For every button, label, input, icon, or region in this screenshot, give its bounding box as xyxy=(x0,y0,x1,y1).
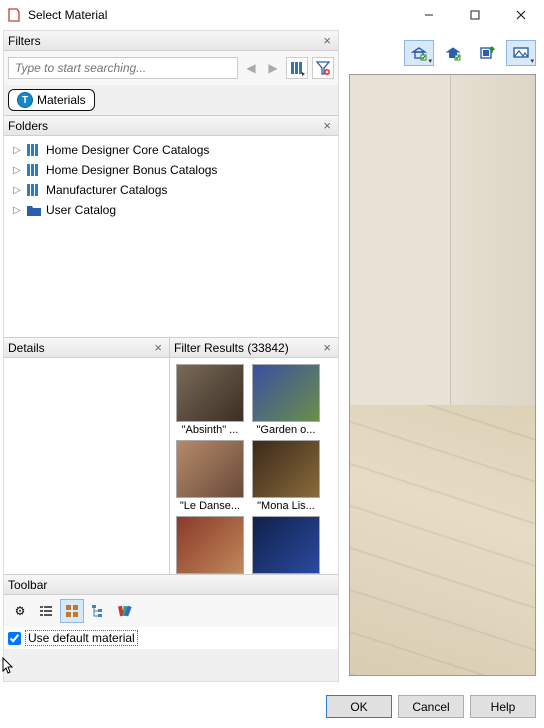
thumbnail-image xyxy=(252,516,320,574)
toolbar-body: ⚙ xyxy=(4,595,338,627)
title-bar: Select Material xyxy=(0,0,544,30)
thumbnail-label: "Mona Lis... xyxy=(252,500,320,512)
thumbnail-label: "Absinth" ... xyxy=(176,424,244,436)
results-header: Filter Results (33842) × xyxy=(170,338,338,358)
folder-item[interactable]: ▷ Home Designer Bonus Catalogs xyxy=(6,160,336,180)
help-button[interactable]: Help xyxy=(470,695,536,718)
catalog-icon xyxy=(26,163,42,177)
folders-tree[interactable]: ▷ Home Designer Core Catalogs ▷ Home Design… xyxy=(4,136,338,337)
materials-icon: T xyxy=(17,92,33,108)
view-mode-buttons: ▾ ▾ xyxy=(404,40,536,66)
maximize-button[interactable] xyxy=(452,0,498,30)
folders-header: Folders × xyxy=(4,116,338,136)
expand-icon[interactable]: ▷ xyxy=(12,185,22,196)
search-input[interactable] xyxy=(8,57,238,79)
result-thumb[interactable] xyxy=(252,516,320,574)
folders-title: Folders xyxy=(8,119,48,133)
list-view-button[interactable] xyxy=(34,599,58,623)
folder-item[interactable]: ▷ User Catalog xyxy=(6,200,336,220)
view-mode-2[interactable] xyxy=(438,40,468,66)
result-thumb[interactable]: "Garden o... xyxy=(252,364,320,436)
materials-tab-label: Materials xyxy=(37,93,86,107)
folder-label: Home Designer Core Catalogs xyxy=(46,143,209,157)
next-button[interactable]: ▶ xyxy=(264,57,282,79)
results-body[interactable]: "Absinth" ... "Garden o... "Le Danse... "Mo… xyxy=(170,358,338,574)
folders-close-icon[interactable]: × xyxy=(320,118,334,133)
filters-close-icon[interactable]: × xyxy=(320,33,334,48)
tab-materials[interactable]: T Materials xyxy=(8,89,95,111)
filter-options-button[interactable] xyxy=(286,57,308,79)
details-header: Details × xyxy=(4,338,169,358)
thumbnail-image xyxy=(252,440,320,498)
ok-button[interactable]: OK xyxy=(326,695,392,718)
catalog-icon xyxy=(26,143,42,157)
use-default-checkbox[interactable] xyxy=(8,632,21,645)
folder-label: Manufacturer Catalogs xyxy=(46,183,167,197)
filters-title: Filters xyxy=(8,34,41,48)
expand-icon[interactable]: ▷ xyxy=(12,165,22,176)
result-thumb[interactable]: "Mona Lis... xyxy=(252,440,320,512)
folder-label: User Catalog xyxy=(46,203,116,217)
gear-icon: ⚙ xyxy=(15,604,26,618)
toolbar-title: Toolbar xyxy=(8,578,47,592)
tab-row: T Materials xyxy=(4,85,338,115)
prev-button[interactable]: ◀ xyxy=(242,57,260,79)
filter-funnel-button[interactable] xyxy=(312,57,334,79)
use-default-label[interactable]: Use default material xyxy=(25,630,138,646)
chevron-down-icon: ▾ xyxy=(530,57,534,65)
view-mode-3[interactable] xyxy=(472,40,502,66)
folder-label: Home Designer Bonus Catalogs xyxy=(46,163,217,177)
filters-header: Filters × xyxy=(4,31,338,51)
result-thumb[interactable]: "Le Danse... xyxy=(176,440,244,512)
color-tools-button[interactable] xyxy=(112,599,136,623)
tree-view-button[interactable] xyxy=(86,599,110,623)
window-title: Select Material xyxy=(28,8,406,22)
result-thumb[interactable]: "Absinth" ... xyxy=(176,364,244,436)
grid-view-button[interactable] xyxy=(60,599,84,623)
expand-icon[interactable]: ▷ xyxy=(12,205,22,216)
catalog-icon xyxy=(26,183,42,197)
details-close-icon[interactable]: × xyxy=(151,340,165,355)
use-default-row: Use default material xyxy=(4,627,338,649)
chevron-down-icon: ▾ xyxy=(428,57,432,65)
expand-icon[interactable]: ▷ xyxy=(12,145,22,156)
folder-item[interactable]: ▷ Manufacturer Catalogs xyxy=(6,180,336,200)
settings-button[interactable]: ⚙ xyxy=(8,599,32,623)
view-mode-1[interactable]: ▾ xyxy=(404,40,434,66)
app-icon xyxy=(6,7,22,23)
result-thumb[interactable] xyxy=(176,516,244,574)
view-mode-4[interactable]: ▾ xyxy=(506,40,536,66)
toolbar-header: Toolbar xyxy=(4,575,338,595)
details-body xyxy=(4,358,169,574)
minimize-button[interactable] xyxy=(406,0,452,30)
thumbnail-image xyxy=(176,364,244,422)
filters-toolbar: ◀ ▶ xyxy=(4,51,338,85)
results-close-icon[interactable]: × xyxy=(320,340,334,355)
cancel-button[interactable]: Cancel xyxy=(398,695,464,718)
thumbnail-image xyxy=(176,440,244,498)
thumbnail-image xyxy=(176,516,244,574)
results-title: Filter Results (33842) xyxy=(174,341,289,355)
folder-item[interactable]: ▷ Home Designer Core Catalogs xyxy=(6,140,336,160)
thumbnail-label: "Le Danse... xyxy=(176,500,244,512)
details-title: Details xyxy=(8,341,45,355)
preview-pane[interactable] xyxy=(349,74,536,676)
close-button[interactable] xyxy=(498,0,544,30)
left-panel: Filters × ◀ ▶ T Materials Folders xyxy=(3,30,339,682)
dialog-buttons: OK Cancel Help xyxy=(326,695,536,718)
folder-icon xyxy=(26,203,42,217)
thumbnail-image xyxy=(252,364,320,422)
thumbnail-label: "Garden o... xyxy=(252,424,320,436)
